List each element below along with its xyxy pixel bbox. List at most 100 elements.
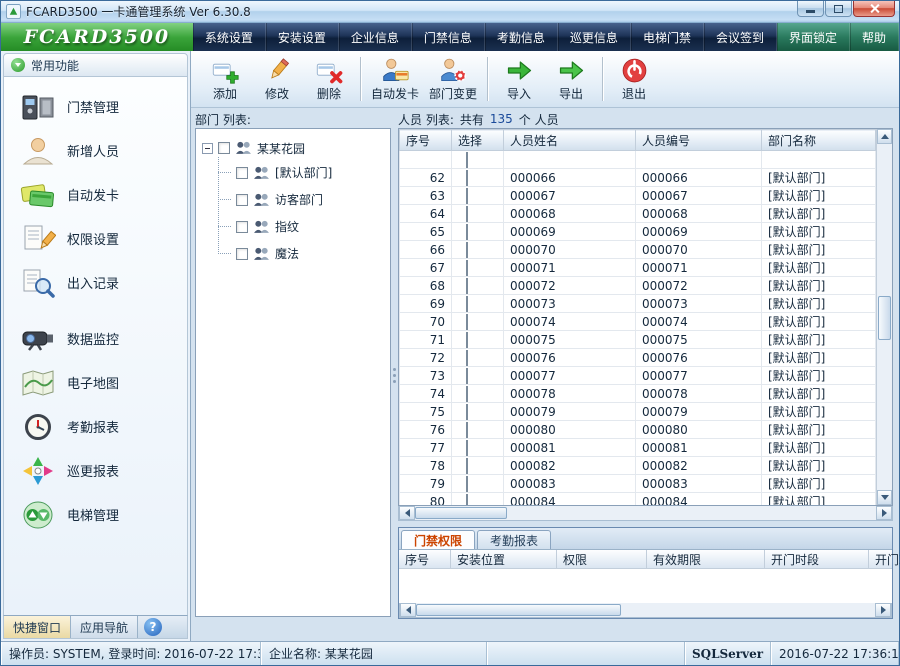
- table-row[interactable]: 73000077000077[默认部门]: [400, 367, 876, 385]
- menu-item-6[interactable]: 巡更信息: [558, 23, 631, 51]
- sidebar-header[interactable]: 常用功能: [3, 53, 188, 77]
- row-checkbox[interactable]: [466, 170, 468, 186]
- toolbar-button-card-delete[interactable]: 删除: [303, 54, 355, 104]
- table-row[interactable]: 77000081000081[默认部门]: [400, 439, 876, 457]
- row-checkbox[interactable]: [466, 332, 468, 348]
- row-checkbox[interactable]: [466, 440, 468, 456]
- sidebar-item-elevator[interactable]: 电梯管理: [20, 499, 187, 530]
- scroll-down-button[interactable]: [877, 490, 892, 505]
- menu-item-1[interactable]: 系统设置: [193, 23, 266, 51]
- sidebar-item-attendance[interactable]: 考勤报表: [20, 411, 187, 442]
- toolbar-button-person-gear[interactable]: 部门变更: [424, 54, 482, 104]
- person-column-header-4[interactable]: 人员编号: [636, 130, 762, 151]
- sidebar-item-door-access[interactable]: 门禁管理: [20, 91, 187, 122]
- person-column-header-5[interactable]: 部门名称: [762, 130, 876, 151]
- maximize-button[interactable]: [825, 1, 852, 17]
- row-checkbox[interactable]: [466, 494, 468, 506]
- toolbar-button-card-add[interactable]: 添加: [199, 54, 251, 104]
- tree-expander-icon[interactable]: [202, 143, 213, 154]
- row-checkbox[interactable]: [466, 278, 468, 294]
- table-row[interactable]: 75000079000079[默认部门]: [400, 403, 876, 421]
- table-row[interactable]: [400, 151, 876, 169]
- row-checkbox[interactable]: [466, 188, 468, 204]
- table-row[interactable]: 68000072000072[默认部门]: [400, 277, 876, 295]
- sidebar-item-records[interactable]: 出入记录: [20, 267, 187, 298]
- row-checkbox[interactable]: [466, 314, 468, 330]
- tree-node-checkbox[interactable]: [236, 167, 248, 179]
- table-row[interactable]: 76000080000080[默认部门]: [400, 421, 876, 439]
- table-row[interactable]: 67000071000071[默认部门]: [400, 259, 876, 277]
- table-row[interactable]: 80000084000084[默认部门]: [400, 493, 876, 506]
- menu-right-item-1[interactable]: 界面锁定: [777, 23, 850, 51]
- vertical-scroll-track[interactable]: [877, 144, 892, 490]
- horizontal-scrollbar[interactable]: [398, 506, 893, 521]
- bottom-scroll-right-button[interactable]: [875, 603, 891, 617]
- table-row[interactable]: 64000068000068[默认部门]: [400, 205, 876, 223]
- person-column-header-1[interactable]: 序号: [400, 130, 452, 151]
- menu-item-2[interactable]: 安装设置: [266, 23, 339, 51]
- sidebar-item-auto-card[interactable]: 自动发卡: [20, 179, 187, 210]
- table-row[interactable]: 72000076000076[默认部门]: [400, 349, 876, 367]
- row-checkbox[interactable]: [466, 152, 468, 168]
- scroll-left-button[interactable]: [399, 506, 415, 520]
- table-row[interactable]: 66000070000070[默认部门]: [400, 241, 876, 259]
- bottom-column-header-1[interactable]: 序号: [399, 550, 451, 568]
- table-row[interactable]: 74000078000078[默认部门]: [400, 385, 876, 403]
- help-icon[interactable]: ?: [144, 618, 162, 636]
- minimize-button[interactable]: [797, 1, 824, 17]
- tree-node-checkbox[interactable]: [236, 194, 248, 206]
- row-checkbox[interactable]: [466, 368, 468, 384]
- tree-root-node[interactable]: 某某花园: [202, 137, 388, 159]
- toolbar-button-power[interactable]: 退出: [608, 54, 660, 104]
- row-checkbox[interactable]: [466, 476, 468, 492]
- bottom-horizontal-scroll-track[interactable]: [621, 603, 875, 617]
- menu-item-3[interactable]: 企业信息: [339, 23, 412, 51]
- bottom-tab-2[interactable]: 考勤报表: [477, 530, 551, 549]
- bottom-column-header-6[interactable]: 开门次数: [869, 550, 900, 568]
- sidebar-item-add-person[interactable]: 新增人员: [20, 135, 187, 166]
- vertical-scroll-thumb[interactable]: [878, 296, 891, 340]
- sidebar-item-patrol[interactable]: 巡更报表: [20, 455, 187, 486]
- close-button[interactable]: [853, 1, 895, 17]
- person-column-header-3[interactable]: 人员姓名: [504, 130, 636, 151]
- menu-right-item-2[interactable]: 帮助: [850, 23, 899, 51]
- table-row[interactable]: 65000069000069[默认部门]: [400, 223, 876, 241]
- row-checkbox[interactable]: [466, 260, 468, 276]
- menu-item-8[interactable]: 会议签到: [704, 23, 777, 51]
- row-checkbox[interactable]: [466, 242, 468, 258]
- bottom-tab-1[interactable]: 门禁权限: [401, 530, 475, 549]
- toolbar-button-person-card[interactable]: 自动发卡: [366, 54, 424, 104]
- row-checkbox[interactable]: [466, 458, 468, 474]
- bottom-column-header-5[interactable]: 开门时段: [765, 550, 869, 568]
- tree-node-2[interactable]: 访客部门: [213, 186, 388, 213]
- bottom-column-header-4[interactable]: 有效期限: [647, 550, 765, 568]
- table-row[interactable]: 71000075000075[默认部门]: [400, 331, 876, 349]
- table-row[interactable]: 79000083000083[默认部门]: [400, 475, 876, 493]
- horizontal-scroll-track[interactable]: [507, 506, 876, 520]
- panel-splitter[interactable]: [391, 110, 398, 641]
- table-row[interactable]: 69000073000073[默认部门]: [400, 295, 876, 313]
- scroll-up-button[interactable]: [877, 129, 892, 144]
- bottom-column-header-2[interactable]: 安装位置: [451, 550, 557, 568]
- tree-node-1[interactable]: [默认部门]: [213, 159, 388, 186]
- tree-root-checkbox[interactable]: [218, 142, 230, 154]
- toolbar-button-edit[interactable]: 修改: [251, 54, 303, 104]
- horizontal-scroll-thumb[interactable]: [415, 507, 507, 519]
- toolbar-button-export-arrow[interactable]: 导出: [545, 54, 597, 104]
- bottom-horizontal-scrollbar[interactable]: [399, 603, 892, 618]
- sidebar-item-permission[interactable]: 权限设置: [20, 223, 187, 254]
- vertical-scrollbar[interactable]: [876, 129, 892, 505]
- table-row[interactable]: 62000066000066[默认部门]: [400, 169, 876, 187]
- tree-node-3[interactable]: 指纹: [213, 213, 388, 240]
- tree-node-checkbox[interactable]: [236, 221, 248, 233]
- row-checkbox[interactable]: [466, 422, 468, 438]
- scroll-right-button[interactable]: [876, 506, 892, 520]
- bottom-scroll-left-button[interactable]: [400, 603, 416, 617]
- row-checkbox[interactable]: [466, 296, 468, 312]
- tree-node-checkbox[interactable]: [236, 248, 248, 260]
- sidebar-item-monitor[interactable]: 数据监控: [20, 323, 187, 354]
- sidebar-tab-2[interactable]: 应用导航: [71, 616, 138, 638]
- menu-item-7[interactable]: 电梯门禁: [631, 23, 704, 51]
- row-checkbox[interactable]: [466, 224, 468, 240]
- table-row[interactable]: 70000074000074[默认部门]: [400, 313, 876, 331]
